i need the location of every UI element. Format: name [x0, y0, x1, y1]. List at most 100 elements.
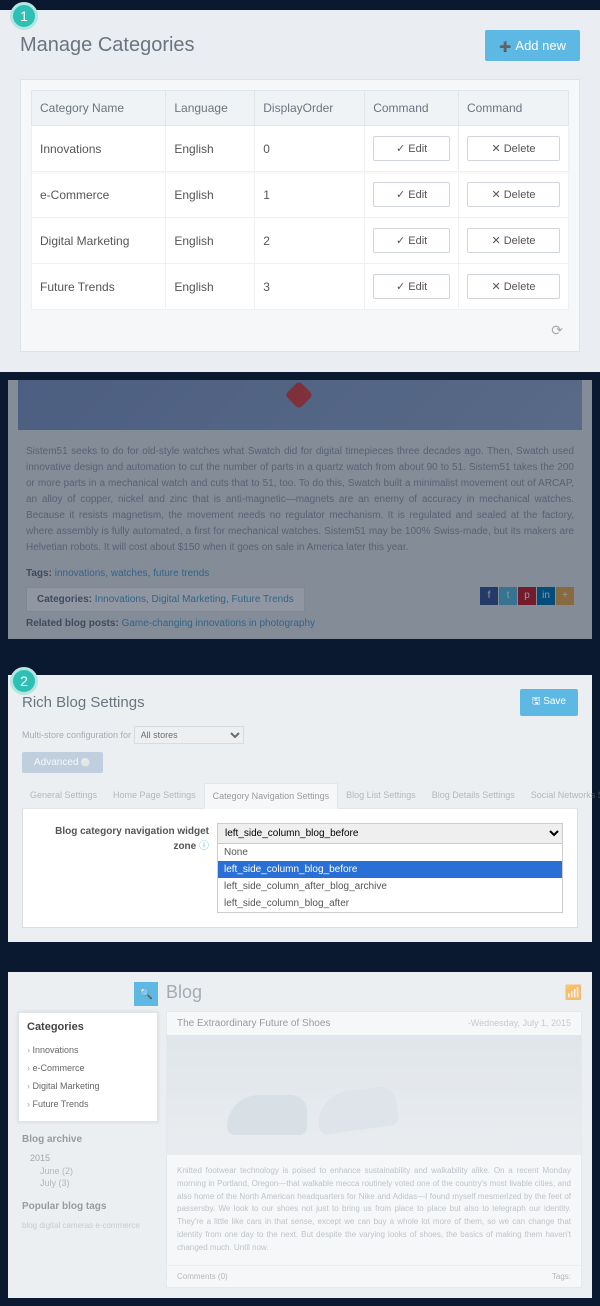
table-row: e-CommerceEnglish1 ✓ Edit ✕ Delete — [32, 172, 569, 218]
edit-button[interactable]: ✓ Edit — [373, 136, 450, 161]
tag-cloud[interactable]: blog digital cameras e-commerce — [18, 1218, 158, 1235]
blog-sidebar: 🔍 Categories Innovationse-CommerceDigita… — [18, 982, 158, 1288]
tab-5[interactable]: Social Networks Settings — [523, 783, 600, 808]
del-button[interactable]: ✕ Delete — [467, 136, 560, 161]
post-image — [167, 1035, 581, 1155]
hero-image — [18, 380, 582, 430]
facebook-icon[interactable]: f — [480, 587, 498, 605]
advanced-toggle[interactable]: Advanced — [22, 752, 103, 773]
table-row: Future TrendsEnglish3 ✓ Edit ✕ Delete — [32, 264, 569, 310]
cell-lang: English — [166, 126, 255, 172]
cell-name: Digital Marketing — [32, 218, 166, 264]
column-header[interactable]: DisplayOrder — [255, 91, 365, 126]
dropdown-option[interactable]: left_side_column_after_blog_archive — [218, 878, 562, 895]
blog-post: The Extraordinary Future of Shoes -Wedne… — [166, 1011, 582, 1288]
category-item[interactable]: Future Trends — [27, 1095, 149, 1113]
manage-categories-panel: 1 Manage Categories Add new Category Nam… — [0, 10, 600, 372]
cell-lang: English — [166, 172, 255, 218]
cell-order: 0 — [255, 126, 365, 172]
categories-links[interactable]: Innovations, Digital Marketing, Future T… — [95, 594, 294, 605]
cell-name: Innovations — [32, 126, 166, 172]
refresh-icon[interactable]: ⟳ — [31, 310, 569, 341]
tab-2[interactable]: Category Navigation Settings — [204, 783, 339, 809]
settings-title: Rich Blog Settings — [22, 694, 145, 711]
archive-month[interactable]: July (3) — [22, 1177, 154, 1189]
linkedin-icon[interactable]: in — [537, 587, 555, 605]
search-icon[interactable]: 🔍 — [134, 982, 158, 1006]
post-title[interactable]: The Extraordinary Future of Shoes — [177, 1018, 330, 1029]
dropdown-option[interactable]: left_side_column_blog_before — [218, 861, 562, 878]
column-header[interactable]: Command — [458, 91, 568, 126]
multistore-label: Multi-store configuration for — [22, 730, 131, 740]
tags-label: Tags: — [26, 568, 52, 579]
cell-order: 1 — [255, 172, 365, 218]
tab-4[interactable]: Blog Details Settings — [424, 783, 523, 808]
related-label: Related blog posts: — [26, 618, 119, 629]
cell-order: 2 — [255, 218, 365, 264]
dropdown-option[interactable]: None — [218, 844, 562, 861]
table-row: InnovationsEnglish0 ✓ Edit ✕ Delete — [32, 126, 569, 172]
save-button[interactable]: 🖫 Save — [520, 689, 578, 716]
rss-icon[interactable]: 📶 — [565, 984, 582, 1001]
category-item[interactable]: Innovations — [27, 1041, 149, 1059]
post-excerpt: Knitted footwear technology is poised to… — [167, 1155, 581, 1265]
blog-post-preview: Sistem51 seeks to do for old-style watch… — [8, 380, 592, 639]
archive-month[interactable]: June (2) — [22, 1165, 154, 1177]
cell-order: 3 — [255, 264, 365, 310]
del-button[interactable]: ✕ Delete — [467, 228, 560, 253]
comments-link[interactable]: Comments (0) — [177, 1272, 228, 1281]
archive-title: Blog archive — [22, 1134, 154, 1145]
cell-lang: English — [166, 218, 255, 264]
blog-heading: Blog — [166, 982, 202, 1003]
category-item[interactable]: e-Commerce — [27, 1059, 149, 1077]
categories-label: Categories: — [37, 594, 92, 605]
store-select[interactable]: All stores — [134, 726, 244, 744]
add-new-button[interactable]: Add new — [485, 30, 580, 61]
tab-1[interactable]: Home Page Settings — [105, 783, 204, 808]
pinterest-icon[interactable]: p — [518, 587, 536, 605]
categories-widget: Categories Innovationse-CommerceDigital … — [18, 1012, 158, 1122]
blog-main: Blog 📶 The Extraordinary Future of Shoes… — [166, 982, 582, 1288]
tab-content: Blog category navigation widget zone lef… — [22, 809, 578, 928]
widget-zone-dropdown[interactable]: Noneleft_side_column_blog_beforeleft_sid… — [217, 843, 563, 913]
del-button[interactable]: ✕ Delete — [467, 274, 560, 299]
cell-name: e-Commerce — [32, 172, 166, 218]
tab-0[interactable]: General Settings — [22, 783, 105, 808]
page-title: Manage Categories — [20, 34, 195, 57]
rich-blog-settings-panel: 2 Rich Blog Settings 🖫 Save Multi-store … — [8, 675, 592, 942]
edit-button[interactable]: ✓ Edit — [373, 274, 450, 299]
column-header[interactable]: Command — [365, 91, 459, 126]
archive-year[interactable]: 2015 — [22, 1151, 154, 1165]
step-badge-1: 1 — [10, 2, 38, 30]
categories-table: Category NameLanguageDisplayOrderCommand… — [31, 90, 569, 310]
edit-button[interactable]: ✓ Edit — [373, 182, 450, 207]
post-body-text: Sistem51 seeks to do for old-style watch… — [8, 430, 592, 564]
cell-name: Future Trends — [32, 264, 166, 310]
tags-links[interactable]: innovations, watches, future trends — [55, 568, 210, 579]
edit-button[interactable]: ✓ Edit — [373, 228, 450, 253]
step-badge-2: 2 — [10, 667, 38, 695]
tags-widget-title: Popular blog tags — [22, 1201, 154, 1212]
archive-widget: Blog archive 2015 June (2)July (3) — [18, 1134, 158, 1189]
table-row: Digital MarketingEnglish2 ✓ Edit ✕ Delete — [32, 218, 569, 264]
categories-table-wrap: Category NameLanguageDisplayOrderCommand… — [20, 79, 580, 352]
cell-lang: English — [166, 264, 255, 310]
social-share[interactable]: ftpin+ — [479, 587, 574, 605]
widget-zone-select[interactable]: left_side_column_blog_before — [217, 823, 563, 844]
post-tags-label: Tags: — [552, 1272, 571, 1281]
del-button[interactable]: ✕ Delete — [467, 182, 560, 207]
column-header[interactable]: Language — [166, 91, 255, 126]
storefront-preview: 🔍 Categories Innovationse-CommerceDigita… — [8, 972, 592, 1298]
dropdown-option[interactable]: left_side_column_blog_after — [218, 895, 562, 912]
post-date: -Wednesday, July 1, 2015 — [468, 1018, 571, 1029]
column-header[interactable]: Category Name — [32, 91, 166, 126]
related-link[interactable]: Game-changing innovations in photography — [122, 618, 315, 629]
plus-icon[interactable]: + — [556, 587, 574, 605]
tags-widget: Popular blog tags — [18, 1201, 158, 1212]
category-item[interactable]: Digital Marketing — [27, 1077, 149, 1095]
tab-3[interactable]: Blog List Settings — [338, 783, 424, 808]
twitter-icon[interactable]: t — [499, 587, 517, 605]
categories-widget-title: Categories — [27, 1021, 149, 1033]
widget-zone-label: Blog category navigation widget zone — [37, 823, 217, 852]
settings-tabs: General SettingsHome Page SettingsCatego… — [22, 783, 578, 809]
